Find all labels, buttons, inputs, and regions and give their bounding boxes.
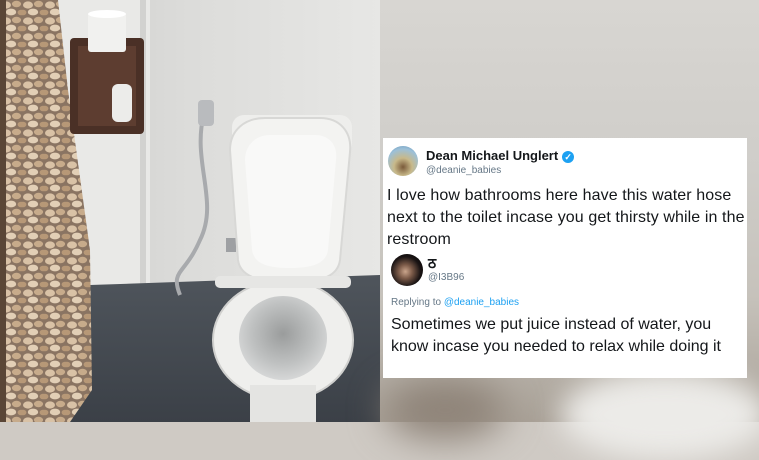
tweet-card: Dean Michael Unglert ✓ @deanie_babies I l… (383, 138, 747, 378)
blurred-shadow (385, 380, 505, 440)
blurred-highlight (560, 370, 759, 460)
tweet-text: I love how bathrooms here have this wate… (387, 187, 745, 248)
author-name[interactable]: Dean Michael Unglert ✓ (426, 148, 575, 163)
replying-to-mention-link[interactable]: @deanie_babies (444, 297, 519, 308)
author-handle[interactable]: @deanie_babies (426, 165, 501, 176)
reply-avatar[interactable] (391, 254, 423, 286)
bathroom-photo (0, 0, 380, 422)
reply-author-handle[interactable]: @I3B96 (428, 272, 464, 283)
reply-text: Sometimes we put juice instead of water,… (391, 316, 721, 355)
verified-badge-icon: ✓ (562, 151, 575, 163)
replying-to-line: Replying to @deanie_babies (391, 297, 519, 308)
reply-author-name[interactable]: ठ (428, 254, 436, 273)
replying-to-prefix: Replying to (391, 297, 444, 308)
author-name-text[interactable]: Dean Michael Unglert (426, 148, 558, 163)
author-avatar[interactable] (388, 146, 418, 176)
